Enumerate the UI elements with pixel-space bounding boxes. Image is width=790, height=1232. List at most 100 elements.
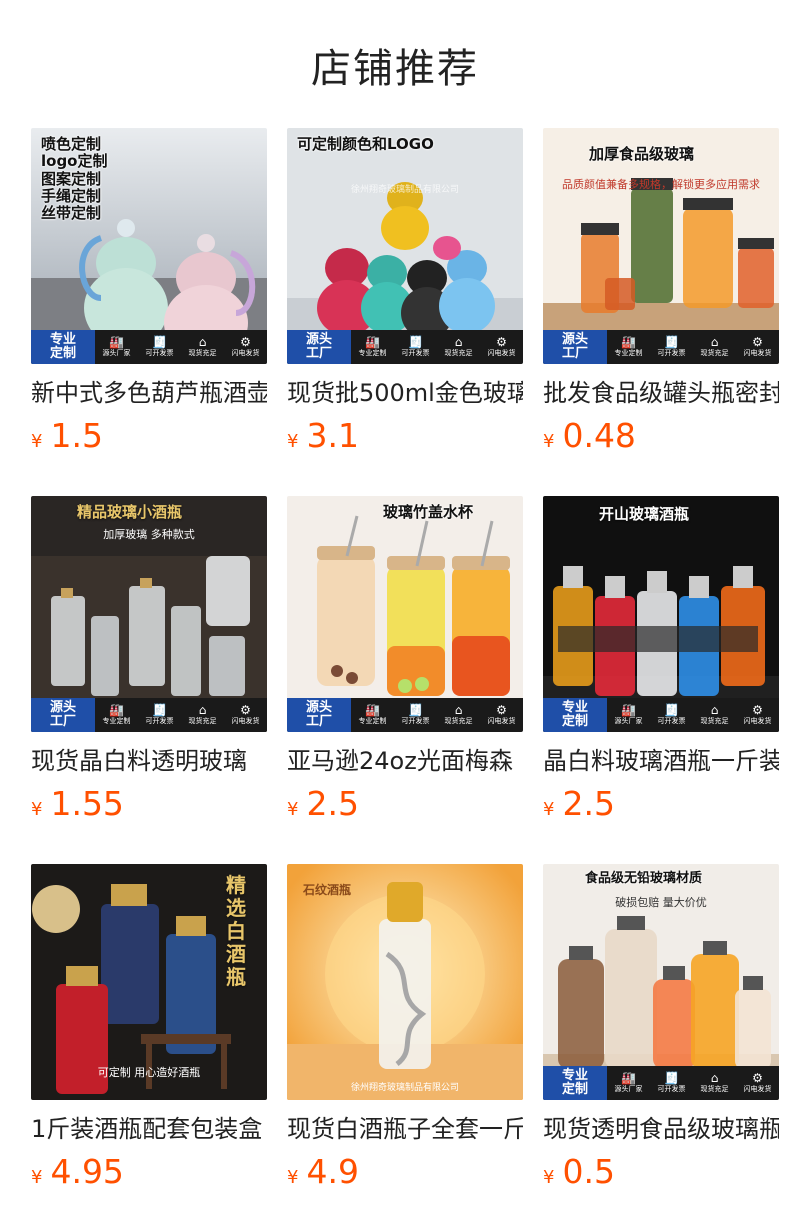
product-price: ¥3.1	[287, 416, 523, 455]
service-item: 🧾 可开发票	[402, 336, 430, 358]
service-label: 闪电发货	[487, 349, 516, 357]
product-image[interactable]: 加厚食品级玻璃 品质颜值兼备多规格，解锁更多应用需求 源头 工厂 🏭 专业定制 🧾 可开发票…	[543, 128, 779, 364]
custom-tag: 专业 定制	[543, 698, 607, 732]
product-card[interactable]: 精品玻璃小酒瓶 加厚玻璃 多种款式 源头 工厂 🏭 专业定制 🧾 可开发票 ⌂ 现货充足 ⚙ 闪电发…	[31, 496, 267, 823]
product-card[interactable]: 石纹酒瓶 徐州翔奇玻璃制品有限公司 现货白酒瓶子全套一斤 ¥4.9	[287, 864, 523, 1191]
service-label: 现货充足	[188, 717, 217, 725]
invoice-icon: 🧾	[152, 703, 167, 717]
image-caption: 精 选 白 酒 瓶	[226, 873, 246, 989]
service-label: 现货充足	[700, 1085, 729, 1093]
product-card[interactable]: 可定制颜色和LOGO 徐州翔奇玻璃制品有限公司 源头 工厂 🏭 专业定制 🧾 可开发票 ⌂ 现货…	[287, 128, 523, 455]
service-label: 专业定制	[614, 349, 643, 357]
invoice-icon: 🧾	[664, 703, 679, 717]
product-image[interactable]: 开山玻璃酒瓶 专业 定制 🏭 源头厂家 🧾 可开发票 ⌂ 现货充足 ⚙ 闪电发货	[543, 496, 779, 732]
price-value: 4.9	[306, 1152, 359, 1191]
product-name[interactable]: 批发食品级罐头瓶密封	[543, 378, 779, 408]
watermark: 徐州翔奇玻璃制品有限公司	[350, 185, 459, 195]
service-item: 🧾 可开发票	[658, 1072, 686, 1094]
service-item: ⌂ 现货充足	[701, 336, 729, 358]
currency-symbol: ¥	[287, 431, 299, 452]
product-image[interactable]: 玻璃竹盖水杯 源头 工厂 🏭 专业定制 🧾 可开发票 ⌂ 现货充足 ⚙ 闪电发货	[287, 496, 523, 732]
product-card[interactable]: 开山玻璃酒瓶 专业 定制 🏭 源头厂家 🧾 可开发票 ⌂ 现货充足 ⚙ 闪电发货 晶白料玻璃酒瓶一斤…	[543, 496, 779, 823]
product-card[interactable]: 精 选 白 酒 瓶可定制 用心造好酒瓶 1斤装酒瓶配套包装盒 ¥4.95	[31, 864, 267, 1191]
product-image[interactable]: 石纹酒瓶 徐州翔奇玻璃制品有限公司	[287, 864, 523, 1100]
home-icon: ⌂	[454, 703, 463, 717]
currency-symbol: ¥	[31, 799, 43, 820]
product-image[interactable]: 喷色定制 logo定制 图案定制 手绳定制 丝带定制 专业 定制 🏭 源头厂家 🧾 可开发…	[31, 128, 267, 364]
service-item: ⚙ 闪电发货	[744, 336, 772, 358]
custom-tag: 专业 定制	[543, 1066, 607, 1100]
product-card[interactable]: 加厚食品级玻璃 品质颜值兼备多规格，解锁更多应用需求 源头 工厂 🏭 专业定制 🧾 可开发票…	[543, 128, 779, 455]
price-value: 2.5	[306, 784, 359, 823]
service-item: ⚙ 闪电发货	[232, 704, 260, 726]
factory-tag: 源头 工厂	[287, 698, 351, 732]
factory-icon: 🏭	[109, 335, 124, 349]
product-image[interactable]: 可定制颜色和LOGO 徐州翔奇玻璃制品有限公司源头 工厂 🏭 专业定制 🧾 可开发票 ⌂ 现货…	[287, 128, 523, 364]
image-caption: 食品级无铅玻璃材质	[585, 871, 703, 886]
service-label: 闪电发货	[231, 717, 260, 725]
service-item: 🏭 专业定制	[359, 336, 387, 358]
service-label: 闪电发货	[231, 349, 260, 357]
product-name[interactable]: 亚马逊24oz光面梅森	[287, 746, 523, 776]
service-item: ⚙ 闪电发货	[744, 704, 772, 726]
product-image[interactable]: 精 选 白 酒 瓶可定制 用心造好酒瓶	[31, 864, 267, 1100]
gear-icon: ⚙	[496, 703, 507, 717]
currency-symbol: ¥	[31, 431, 43, 452]
service-strip: 专业 定制 🏭 源头厂家 🧾 可开发票 ⌂ 现货充足 ⚙ 闪电发货	[543, 698, 779, 732]
product-price: ¥1.5	[31, 416, 267, 455]
product-name[interactable]: 新中式多色葫芦瓶酒壶	[31, 378, 267, 408]
product-price: ¥2.5	[543, 784, 779, 823]
service-label: 现货充足	[188, 349, 217, 357]
product-image[interactable]: 食品级无铅玻璃材质 破损包赔 量大价优 专业 定制 🏭 源头厂家 🧾 可开发票 ⌂ 现货充足 ⚙ 闪…	[543, 864, 779, 1100]
home-icon: ⌂	[710, 703, 719, 717]
image-caption: 精品玻璃小酒瓶	[77, 503, 183, 521]
factory-tag: 源头 工厂	[31, 698, 95, 732]
service-item: ⚙ 闪电发货	[232, 336, 260, 358]
service-label: 可开发票	[401, 349, 430, 357]
invoice-icon: 🧾	[664, 1071, 679, 1085]
product-card[interactable]: 食品级无铅玻璃材质 破损包赔 量大价优 专业 定制 🏭 源头厂家 🧾 可开发票 ⌂ 现货充足 ⚙ 闪…	[543, 864, 779, 1191]
watermark: 徐州翔奇玻璃制品有限公司	[350, 1083, 459, 1093]
home-icon: ⌂	[454, 335, 463, 349]
factory-tag: 源头 工厂	[287, 330, 351, 364]
product-card[interactable]: 喷色定制 logo定制 图案定制 手绳定制 丝带定制 专业 定制 🏭 源头厂家 🧾 可开发…	[31, 128, 267, 455]
image-caption: 可定制颜色和LOGO	[297, 135, 434, 153]
image-subcaption: 加厚玻璃 多种款式	[103, 528, 195, 541]
currency-symbol: ¥	[31, 1167, 43, 1188]
price-value: 2.5	[562, 784, 615, 823]
product-card[interactable]: 玻璃竹盖水杯 源头 工厂 🏭 专业定制 🧾 可开发票 ⌂ 现货充足 ⚙ 闪电发货 亚马逊24oz光面…	[287, 496, 523, 823]
service-label: 现货充足	[444, 717, 473, 725]
factory-icon: 🏭	[365, 703, 380, 717]
currency-symbol: ¥	[543, 1167, 555, 1188]
product-image[interactable]: 精品玻璃小酒瓶 加厚玻璃 多种款式 源头 工厂 🏭 专业定制 🧾 可开发票 ⌂ 现货充足 ⚙ 闪电发…	[31, 496, 267, 732]
service-label: 可开发票	[145, 717, 174, 725]
service-strip: 专业 定制 🏭 源头厂家 🧾 可开发票 ⌂ 现货充足 ⚙ 闪电发货	[543, 1066, 779, 1100]
service-item: 🧾 可开发票	[146, 336, 174, 358]
service-label: 现货充足	[444, 349, 473, 357]
service-item: 🏭 专业定制	[103, 704, 131, 726]
factory-icon: 🏭	[365, 335, 380, 349]
image-caption: 玻璃竹盖水杯	[383, 503, 474, 521]
product-price: ¥0.48	[543, 416, 779, 455]
product-name[interactable]: 现货批500ml金色玻璃	[287, 378, 523, 408]
product-name[interactable]: 现货白酒瓶子全套一斤	[287, 1114, 523, 1144]
product-name[interactable]: 现货晶白料透明玻璃	[31, 746, 267, 776]
gear-icon: ⚙	[240, 703, 251, 717]
product-name[interactable]: 1斤装酒瓶配套包装盒	[31, 1114, 267, 1144]
service-item: ⚙ 闪电发货	[744, 1072, 772, 1094]
currency-symbol: ¥	[287, 799, 299, 820]
service-item: 🏭 专业定制	[359, 704, 387, 726]
product-name[interactable]: 晶白料玻璃酒瓶一斤装	[543, 746, 779, 776]
price-value: 1.5	[50, 416, 103, 455]
service-label: 现货充足	[700, 717, 729, 725]
service-label: 现货充足	[700, 349, 729, 357]
service-label: 源头厂家	[614, 1085, 643, 1093]
factory-icon: 🏭	[621, 1071, 636, 1085]
price-value: 0.5	[562, 1152, 615, 1191]
product-name[interactable]: 现货透明食品级玻璃瓶	[543, 1114, 779, 1144]
home-icon: ⌂	[198, 335, 207, 349]
service-label: 可开发票	[401, 717, 430, 725]
service-label: 专业定制	[358, 717, 387, 725]
factory-icon: 🏭	[621, 703, 636, 717]
service-label: 闪电发货	[743, 717, 772, 725]
